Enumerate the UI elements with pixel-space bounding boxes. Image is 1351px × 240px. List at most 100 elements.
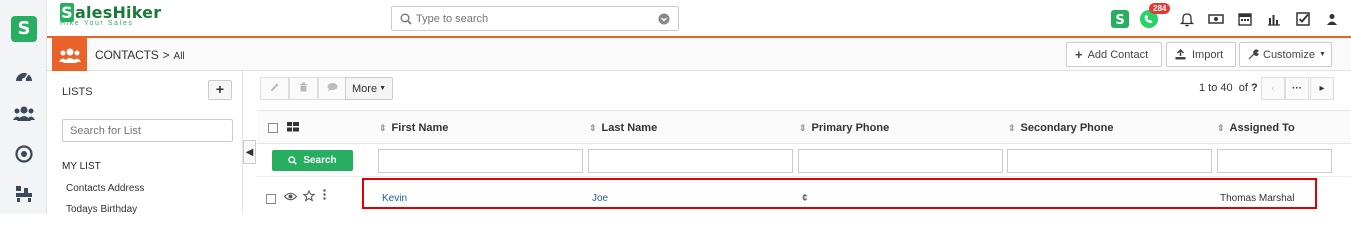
users-icon[interactable] — [13, 102, 35, 124]
import-button[interactable]: Import — [1166, 42, 1236, 67]
comment-icon — [327, 82, 338, 95]
contacts-list-view: More ▼ 1 to 40 of ? ‹ ··· ▸ ⇕ First Name … — [257, 71, 1351, 214]
page-jump-button[interactable]: ··· — [1285, 77, 1309, 100]
whatsapp-icon[interactable]: 284 — [1138, 3, 1171, 30]
hierarchy-icon[interactable] — [13, 183, 35, 205]
pagination-info: 1 to 40 of ? — [1199, 82, 1258, 94]
collapse-panel-button[interactable]: ◀ — [243, 140, 256, 164]
left-rail: S — [0, 0, 47, 214]
caret-down-icon: ▼ — [1318, 51, 1326, 58]
column-header-label: Assigned To — [1229, 122, 1295, 134]
search-button[interactable]: Search — [272, 150, 353, 171]
add-contact-button[interactable]: + Add Contact — [1066, 42, 1162, 67]
next-page-button[interactable]: ▸ — [1310, 77, 1334, 100]
chevron-right-icon: ▸ — [1319, 83, 1325, 94]
filter-primary-phone-input[interactable] — [798, 149, 1003, 173]
pencil-icon — [270, 82, 280, 95]
global-search[interactable] — [391, 6, 679, 31]
customize-button[interactable]: Customize ▼ — [1239, 42, 1332, 67]
column-header-label: Primary Phone — [811, 122, 890, 134]
pagination-range: 1 to 40 — [1199, 82, 1233, 94]
column-header-label: Last Name — [601, 122, 658, 134]
add-list-button[interactable]: + — [208, 80, 232, 100]
svg-text:S: S — [1115, 13, 1124, 28]
user-icon[interactable] — [1321, 8, 1343, 30]
pagination-total[interactable]: ? — [1251, 82, 1258, 94]
sort-icon: ⇕ — [799, 122, 807, 133]
column-layout-icon[interactable] — [287, 122, 299, 136]
more-dropdown[interactable]: More ▼ — [345, 77, 393, 100]
dashboard-icon[interactable] — [13, 64, 35, 86]
my-list-heading: MY LIST — [62, 161, 101, 172]
chevron-down-icon[interactable] — [658, 13, 670, 25]
list-item-todays-birthday[interactable]: Todays Birthday — [66, 204, 137, 215]
checkbox-icon[interactable] — [1292, 8, 1314, 30]
search-icon — [400, 13, 412, 25]
target-icon[interactable] — [13, 143, 35, 165]
previous-page-button[interactable]: ‹ — [1261, 77, 1285, 100]
sort-icon: ⇕ — [1217, 122, 1225, 133]
search-icon — [288, 156, 298, 165]
more-vertical-icon[interactable] — [323, 189, 326, 203]
column-header-label: First Name — [391, 122, 449, 134]
add-contact-label: Add Contact — [1087, 48, 1149, 61]
pagination-of: of — [1238, 82, 1248, 94]
plus-icon: + — [1075, 47, 1083, 62]
notification-badge: 284 — [1149, 3, 1171, 14]
upload-icon — [1175, 49, 1186, 60]
sort-icon: ⇕ — [589, 122, 597, 133]
bell-icon[interactable] — [1176, 8, 1198, 30]
column-header-primary-phone[interactable]: ⇕ Primary Phone — [799, 122, 889, 134]
sort-icon: ⇕ — [379, 122, 387, 133]
global-search-input[interactable] — [412, 12, 658, 25]
column-header-last-name[interactable]: ⇕ Last Name — [589, 122, 657, 134]
page-title[interactable]: CONTACTS — [95, 48, 159, 62]
column-header-secondary-phone[interactable]: ⇕ Secondary Phone — [1008, 122, 1113, 134]
sort-icon: ⇕ — [1008, 122, 1016, 133]
comment-button[interactable] — [318, 77, 347, 100]
select-all-checkbox[interactable] — [268, 123, 278, 133]
column-header-label: Secondary Phone — [1020, 122, 1114, 134]
bulk-action-toolbar — [260, 77, 347, 100]
contacts-module-icon — [52, 38, 87, 71]
top-bar: SalesHiker Hike Your Sales S 284 — [47, 0, 1351, 38]
lists-title: LISTS — [62, 86, 93, 98]
edit-button[interactable] — [260, 77, 289, 100]
money-icon[interactable] — [1205, 8, 1227, 30]
eye-icon[interactable] — [283, 192, 298, 204]
delete-button[interactable] — [289, 77, 318, 100]
caret-down-icon: ▼ — [379, 85, 386, 92]
app-logo[interactable]: S — [11, 16, 37, 42]
bar-chart-icon[interactable] — [1263, 8, 1285, 30]
breadcrumb-separator: > — [162, 48, 170, 62]
trash-icon — [299, 82, 308, 95]
filter-row: Search — [257, 144, 1351, 177]
module-header: CONTACTS > All + Add Contact Import Custom… — [47, 38, 1351, 71]
row-checkbox[interactable] — [266, 194, 276, 204]
saleshiker-icon[interactable]: S — [1109, 8, 1131, 30]
star-icon[interactable] — [302, 189, 316, 205]
breadcrumb-current: All — [173, 51, 185, 62]
filter-secondary-phone-input[interactable] — [1007, 149, 1212, 173]
customize-label: Customize — [1263, 48, 1315, 61]
chevron-left-icon: ‹ — [1271, 83, 1275, 94]
list-item-contacts-address[interactable]: Contacts Address — [66, 183, 144, 194]
calendar-icon[interactable] — [1234, 8, 1256, 30]
brand-logo[interactable]: SalesHiker Hike Your Sales — [60, 3, 161, 27]
list-search-input[interactable] — [62, 119, 233, 142]
row-highlight-outline — [362, 178, 1317, 209]
table-header: ⇕ First Name ⇕ Last Name ⇕ Primary Phone ⇕ S… — [257, 110, 1351, 144]
top-icons: S 284 — [1102, 3, 1343, 30]
filter-assigned-to-input[interactable] — [1217, 149, 1332, 173]
chevron-left-icon: ◀ — [245, 146, 254, 158]
column-header-first-name[interactable]: ⇕ First Name — [379, 122, 448, 134]
filter-last-name-input[interactable] — [588, 149, 793, 173]
lists-panel: LISTS + MY LIST Contacts Address Todays … — [47, 71, 243, 215]
more-label: More — [352, 82, 378, 95]
breadcrumb: CONTACTS > All — [95, 48, 185, 62]
import-label: Import — [1192, 48, 1224, 61]
wrench-icon — [1248, 49, 1259, 60]
search-button-label: Search — [303, 155, 337, 166]
column-header-assigned-to[interactable]: ⇕ Assigned To — [1217, 122, 1295, 134]
filter-first-name-input[interactable] — [378, 149, 583, 173]
